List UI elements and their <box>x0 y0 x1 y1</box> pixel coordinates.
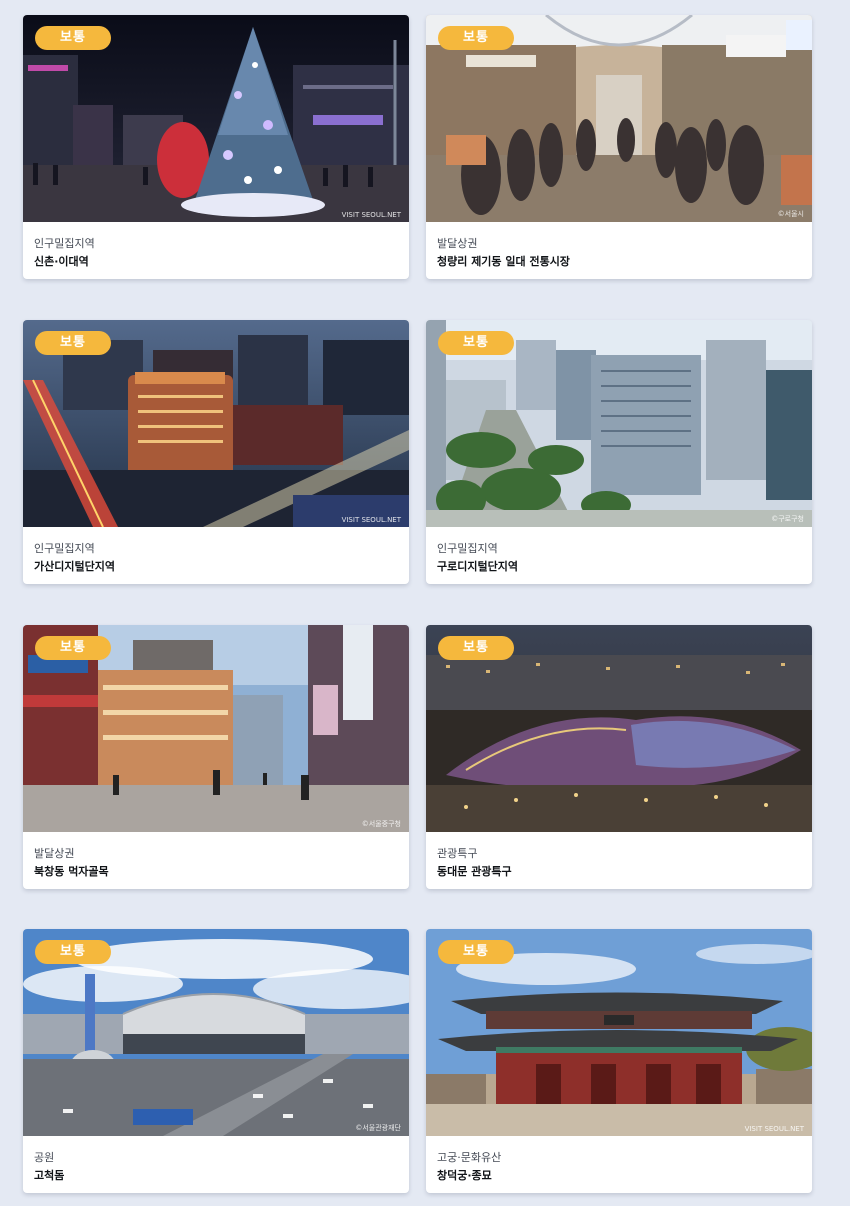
place-category: 발달상권 <box>437 237 478 250</box>
photo-watermark: ©구로구청 <box>771 515 804 523</box>
status-badge: 보통 <box>438 636 514 660</box>
status-badge: 보통 <box>35 331 111 355</box>
photo-watermark: ©서울중구청 <box>361 820 401 828</box>
place-photo-cheongnyangni: 보통 ©서울시 <box>426 15 812 222</box>
place-name: 청량리 제기동 일대 전통시장 <box>437 255 570 268</box>
place-photo-sinchon: 보통 VISIT SEOUL.NET <box>23 15 409 222</box>
place-photo-dongdaemun: 보통 <box>426 625 812 832</box>
place-category: 인구밀집지역 <box>34 237 95 250</box>
place-card-dongdaemun[interactable]: 보통 관광특구 동대문 관광특구 <box>426 625 812 889</box>
status-badge: 보통 <box>35 940 111 964</box>
place-photo-bukchang: 보통 ©서울중구청 <box>23 625 409 832</box>
status-badge: 보통 <box>438 331 514 355</box>
status-badge: 보통 <box>35 26 111 50</box>
place-category: 관광특구 <box>437 847 478 860</box>
place-category: 고궁·문화유산 <box>437 1151 502 1164</box>
photo-watermark: VISIT SEOUL.NET <box>341 211 401 219</box>
place-name: 고척돔 <box>34 1169 65 1182</box>
place-card-sinchon[interactable]: 보통 VISIT SEOUL.NET 인구밀집지역 신촌·이대역 <box>23 15 409 279</box>
place-photo-guro: 보통 ©구로구청 <box>426 320 812 527</box>
place-photo-changdeokgung: 보통 VISIT SEOUL.NET <box>426 929 812 1136</box>
photo-watermark: VISIT SEOUL.NET <box>341 516 401 524</box>
place-category: 발달상권 <box>34 847 75 860</box>
place-name: 신촌·이대역 <box>34 255 89 268</box>
place-category: 인구밀집지역 <box>34 542 95 555</box>
place-card-cheongnyangni[interactable]: 보통 ©서울시 발달상권 청량리 제기동 일대 전통시장 <box>426 15 812 279</box>
photo-watermark: ©서울시 <box>777 210 804 218</box>
place-card-bukchang[interactable]: 보통 ©서울중구청 발달상권 북창동 먹자골목 <box>23 625 409 889</box>
place-category: 공원 <box>34 1151 55 1164</box>
status-badge: 보통 <box>438 26 514 50</box>
place-photo-gasan: 보통 VISIT SEOUL.NET <box>23 320 409 527</box>
photo-watermark: ©서울관광재단 <box>355 1124 401 1132</box>
place-category: 인구밀집지역 <box>437 542 498 555</box>
status-badge: 보통 <box>438 940 514 964</box>
place-name: 창덕궁·종묘 <box>437 1169 492 1182</box>
status-badge: 보통 <box>35 636 111 660</box>
place-card-grid: 보통 VISIT SEOUL.NET 인구밀집지역 신촌·이대역 보통 ©서울시… <box>0 0 850 1206</box>
place-name: 구로디지털단지역 <box>437 560 518 573</box>
photo-watermark: VISIT SEOUL.NET <box>744 1125 804 1133</box>
place-name: 가산디지털단지역 <box>34 560 115 573</box>
place-photo-gocheok: 보통 ©서울관광재단 <box>23 929 409 1136</box>
place-name: 동대문 관광특구 <box>437 865 512 878</box>
place-card-gocheok[interactable]: 보통 ©서울관광재단 공원 고척돔 <box>23 929 409 1193</box>
place-card-changdeokgung[interactable]: 보통 VISIT SEOUL.NET 고궁·문화유산 창덕궁·종묘 <box>426 929 812 1193</box>
place-name: 북창동 먹자골목 <box>34 865 109 878</box>
place-card-guro[interactable]: 보통 ©구로구청 인구밀집지역 구로디지털단지역 <box>426 320 812 584</box>
place-card-gasan[interactable]: 보통 VISIT SEOUL.NET 인구밀집지역 가산디지털단지역 <box>23 320 409 584</box>
